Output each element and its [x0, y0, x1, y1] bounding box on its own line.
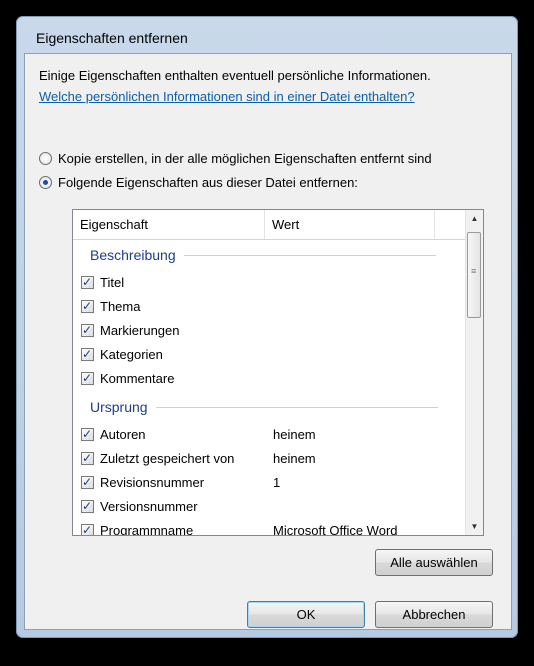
cancel-button[interactable]: Abbrechen — [375, 601, 493, 628]
checkbox[interactable]: ✓ — [81, 274, 94, 289]
radio-remove-properties[interactable]: Folgende Eigenschaften aus dieser Datei … — [39, 175, 358, 190]
info-text: Einige Eigenschaften enthalten eventuell… — [39, 68, 431, 83]
scroll-up-arrow-icon[interactable]: ▲ — [466, 210, 483, 227]
personal-info-help-link[interactable]: Welche persönlichen Informationen sind i… — [39, 89, 415, 104]
select-all-button[interactable]: Alle auswählen — [375, 549, 493, 576]
screenshot-frame: Eigenschaften entfernen Einige Eigenscha… — [0, 0, 534, 666]
property-value: Microsoft Office Word — [273, 523, 398, 536]
column-header-value[interactable]: Wert — [265, 210, 435, 239]
checkbox[interactable]: ✓ — [81, 474, 94, 489]
checkmark-icon: ✓ — [82, 450, 93, 465]
property-label: Markierungen — [100, 322, 180, 338]
property-label: Revisionsnummer — [100, 474, 205, 490]
list-item[interactable]: ✓ Autoren — [81, 424, 146, 444]
radio-remove-properties-control[interactable] — [39, 176, 52, 189]
property-label: Thema — [100, 298, 141, 314]
property-label: Zuletzt gespeichert von — [100, 450, 235, 466]
list-header: Eigenschaft Wert — [73, 210, 465, 240]
list-item[interactable]: ✓ Kommentare — [81, 368, 174, 388]
property-label: Autoren — [100, 426, 146, 442]
checkmark-icon: ✓ — [82, 298, 93, 313]
list-item[interactable]: ✓ Markierungen — [81, 320, 180, 340]
checkmark-icon: ✓ — [82, 522, 93, 536]
grip-icon: ≡ — [471, 266, 476, 276]
property-label: Titel — [100, 274, 125, 290]
property-value: 1 — [273, 475, 281, 490]
property-value: heinem — [273, 427, 316, 442]
group-header-ursprung: Ursprung — [90, 399, 438, 415]
vertical-scrollbar[interactable]: ▲ ≡ ▼ — [465, 210, 483, 535]
radio-remove-properties-label: Folgende Eigenschaften aus dieser Datei … — [58, 175, 358, 190]
dialog-window: Eigenschaften entfernen Einige Eigenscha… — [16, 16, 518, 638]
list-item[interactable]: ✓ Versionsnummer — [81, 496, 198, 516]
window-title: Eigenschaften entfernen — [36, 30, 188, 46]
checkbox[interactable]: ✓ — [81, 426, 94, 441]
group-title: Ursprung — [90, 399, 148, 415]
property-label: Versionsnummer — [100, 498, 198, 514]
checkmark-icon: ✓ — [82, 498, 93, 513]
list-item[interactable]: ✓ Thema — [81, 296, 140, 316]
list-item[interactable]: ✓ Programmname — [81, 520, 194, 536]
ok-button[interactable]: OK — [247, 601, 365, 628]
scrollbar-thumb[interactable]: ≡ — [467, 232, 481, 318]
checkbox[interactable]: ✓ — [81, 498, 94, 513]
property-label: Kategorien — [100, 346, 163, 362]
group-header-beschreibung: Beschreibung — [90, 247, 436, 263]
list-item[interactable]: ✓ Revisionsnummer — [81, 472, 204, 492]
checkmark-icon: ✓ — [82, 370, 93, 385]
property-label: Programmname — [100, 522, 194, 536]
radio-create-copy-label: Kopie erstellen, in der alle möglichen E… — [58, 151, 432, 166]
property-label: Kommentare — [100, 370, 175, 386]
checkbox[interactable]: ✓ — [81, 322, 94, 337]
list-item[interactable]: ✓ Titel — [81, 272, 124, 292]
properties-list[interactable]: Eigenschaft Wert Beschreibung ✓ Titel ✓ … — [72, 209, 484, 536]
title-bar[interactable]: Eigenschaften entfernen — [16, 16, 518, 52]
checkmark-icon: ✓ — [82, 322, 93, 337]
checkbox[interactable]: ✓ — [81, 370, 94, 385]
dialog-client-area: Einige Eigenschaften enthalten eventuell… — [24, 53, 512, 630]
checkbox[interactable]: ✓ — [81, 450, 94, 465]
column-header-property[interactable]: Eigenschaft — [73, 210, 265, 239]
checkbox[interactable]: ✓ — [81, 346, 94, 361]
list-item[interactable]: ✓ Zuletzt gespeichert von — [81, 448, 234, 468]
checkmark-icon: ✓ — [82, 346, 93, 361]
checkbox[interactable]: ✓ — [81, 522, 94, 536]
scroll-down-arrow-icon[interactable]: ▼ — [466, 518, 483, 535]
group-divider — [183, 254, 436, 256]
group-title: Beschreibung — [90, 247, 176, 263]
property-value: heinem — [273, 451, 316, 466]
group-divider — [155, 406, 438, 408]
checkbox[interactable]: ✓ — [81, 298, 94, 313]
list-item[interactable]: ✓ Kategorien — [81, 344, 163, 364]
radio-create-copy-control[interactable] — [39, 152, 52, 165]
checkmark-icon: ✓ — [82, 426, 93, 441]
radio-create-copy[interactable]: Kopie erstellen, in der alle möglichen E… — [39, 151, 432, 166]
checkmark-icon: ✓ — [82, 474, 93, 489]
checkmark-icon: ✓ — [82, 274, 93, 289]
